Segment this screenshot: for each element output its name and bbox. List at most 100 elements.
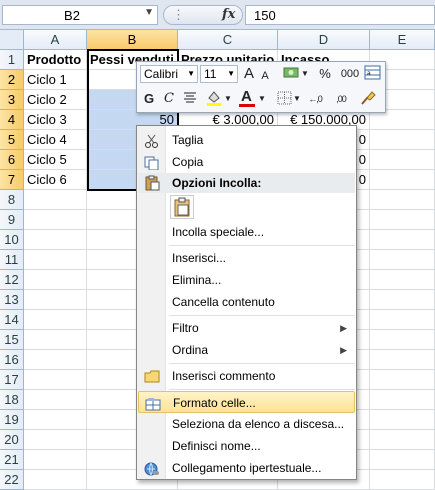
cell-a6[interactable]: Ciclo 5: [24, 150, 87, 170]
format-painter-button[interactable]: [359, 89, 377, 107]
resize-grip-icon[interactable]: ⋮: [172, 7, 186, 23]
chevron-down-icon[interactable]: ▼: [144, 7, 154, 18]
grid-cell[interactable]: [24, 270, 87, 290]
grid-cell[interactable]: [24, 430, 87, 450]
row-header-22[interactable]: 22: [0, 470, 24, 490]
menu-item-insert-comment[interactable]: Inserisci commento: [138, 365, 355, 387]
grid-cell[interactable]: [370, 190, 435, 210]
grid-cell[interactable]: [370, 170, 435, 190]
grid-cell[interactable]: [24, 190, 87, 210]
currency-format-button[interactable]: [283, 66, 301, 80]
percent-format-button[interactable]: %: [317, 64, 333, 84]
grid-cell[interactable]: [24, 350, 87, 370]
grid-cell[interactable]: [370, 150, 435, 170]
grid-cell[interactable]: [370, 310, 435, 330]
row-header-16[interactable]: 16: [0, 350, 24, 370]
align-center-button[interactable]: [183, 91, 197, 105]
borders-button[interactable]: [277, 91, 292, 105]
grid-cell[interactable]: [370, 390, 435, 410]
name-box[interactable]: B2 ▼: [2, 5, 158, 25]
font-name-select[interactable]: Calibri ▼: [140, 65, 198, 83]
chevron-down-icon[interactable]: ▼: [224, 89, 232, 109]
grid-cell[interactable]: [24, 410, 87, 430]
paste-button[interactable]: [170, 195, 194, 219]
grid-cell[interactable]: [370, 330, 435, 350]
menu-item-copy[interactable]: Copia: [138, 151, 355, 173]
grid-cell[interactable]: [24, 230, 87, 250]
cell-a2[interactable]: Ciclo 1: [24, 70, 87, 90]
row-header-11[interactable]: 11: [0, 250, 24, 270]
menu-item-cut[interactable]: Taglia: [138, 129, 355, 151]
format-painter-grid-button[interactable]: a: [364, 65, 381, 80]
row-header-19[interactable]: 19: [0, 410, 24, 430]
grid-cell[interactable]: [24, 330, 87, 350]
cell-a5[interactable]: Ciclo 4: [24, 130, 87, 150]
grid-cell[interactable]: [370, 410, 435, 430]
row-header-6[interactable]: 6: [0, 150, 24, 170]
chevron-down-icon[interactable]: ▼: [258, 89, 266, 109]
menu-item-paste-special[interactable]: Incolla speciale...: [138, 221, 355, 243]
insert-function-button[interactable]: fx: [222, 7, 235, 22]
grid-cell[interactable]: [370, 230, 435, 250]
column-header-a[interactable]: A: [24, 30, 87, 50]
grid-cell[interactable]: [24, 310, 87, 330]
menu-item-insert[interactable]: Inserisci...: [138, 247, 355, 269]
grid-cell[interactable]: [370, 250, 435, 270]
highlight-color-button[interactable]: [205, 89, 223, 107]
row-header-8[interactable]: 8: [0, 190, 24, 210]
row-header-3[interactable]: 3: [0, 90, 24, 110]
row-header-5[interactable]: 5: [0, 130, 24, 150]
row-header-2[interactable]: 2: [0, 70, 24, 90]
chevron-down-icon[interactable]: ▼: [301, 64, 309, 84]
grid-cell[interactable]: [370, 110, 435, 130]
thousands-separator-button[interactable]: 000: [339, 64, 361, 84]
grid-cell[interactable]: [370, 470, 435, 490]
font-size-select[interactable]: 11 ▼: [200, 65, 238, 83]
menu-item-filter[interactable]: Filtro ▶: [138, 317, 355, 339]
menu-item-pick-from-dropdown[interactable]: Seleziona da elenco a discesa...: [138, 413, 355, 435]
cell-a4[interactable]: Ciclo 3: [24, 110, 87, 130]
menu-item-format-cells[interactable]: Formato celle...: [138, 391, 355, 413]
cell-a3[interactable]: Ciclo 2: [24, 90, 87, 110]
grid-cell[interactable]: [370, 270, 435, 290]
row-header-15[interactable]: 15: [0, 330, 24, 350]
menu-item-clear-contents[interactable]: Cancella contenuto: [138, 291, 355, 313]
column-header-c[interactable]: C: [178, 30, 278, 50]
grid-cell[interactable]: [370, 450, 435, 470]
shrink-font-button[interactable]: A: [258, 66, 272, 86]
select-all-corner[interactable]: [0, 30, 24, 50]
row-header-10[interactable]: 10: [0, 230, 24, 250]
increase-decimal-button[interactable]: ←,0: [303, 89, 327, 109]
row-header-17[interactable]: 17: [0, 370, 24, 390]
row-header-7[interactable]: 7: [0, 170, 24, 190]
grid-cell[interactable]: [24, 250, 87, 270]
row-header-14[interactable]: 14: [0, 310, 24, 330]
menu-item-delete[interactable]: Elimina...: [138, 269, 355, 291]
menu-item-hyperlink[interactable]: Collegamento ipertestuale...: [138, 457, 355, 479]
column-header-b[interactable]: B: [87, 30, 178, 50]
row-header-12[interactable]: 12: [0, 270, 24, 290]
column-header-d[interactable]: D: [278, 30, 370, 50]
grid-cell[interactable]: [24, 450, 87, 470]
grow-font-button[interactable]: A: [241, 64, 257, 84]
menu-item-define-name[interactable]: Definisci nome...: [138, 435, 355, 457]
cell-a1[interactable]: Prodotto: [24, 50, 87, 70]
formula-input[interactable]: 150: [245, 5, 435, 25]
row-header-4[interactable]: 4: [0, 110, 24, 130]
grid-cell[interactable]: [370, 430, 435, 450]
row-header-21[interactable]: 21: [0, 450, 24, 470]
italic-button[interactable]: C: [162, 89, 176, 109]
row-header-9[interactable]: 9: [0, 210, 24, 230]
grid-cell[interactable]: [24, 390, 87, 410]
grid-cell[interactable]: [24, 470, 87, 490]
grid-cell[interactable]: [24, 370, 87, 390]
grid-cell[interactable]: [24, 290, 87, 310]
chevron-down-icon[interactable]: ▼: [293, 89, 301, 109]
grid-cell[interactable]: [370, 210, 435, 230]
column-header-e[interactable]: E: [370, 30, 435, 50]
grid-cell[interactable]: [24, 210, 87, 230]
decrease-decimal-button[interactable]: ,00: [330, 89, 352, 109]
row-header-13[interactable]: 13: [0, 290, 24, 310]
grid-cell[interactable]: [370, 370, 435, 390]
font-color-button[interactable]: A: [238, 88, 256, 108]
